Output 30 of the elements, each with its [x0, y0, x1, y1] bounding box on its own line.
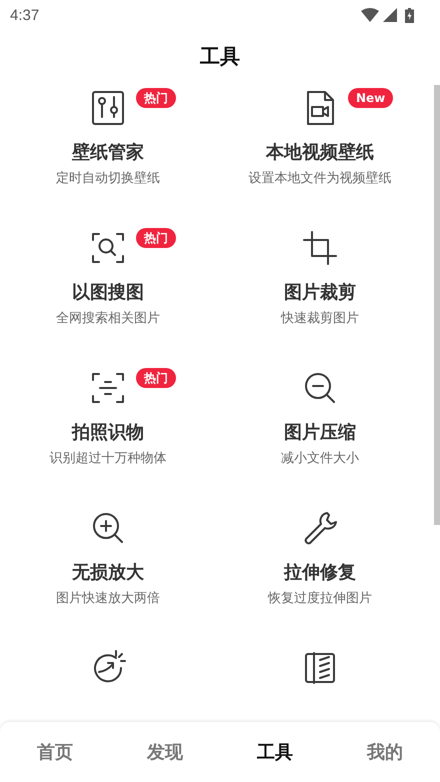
- signal-icon: [383, 8, 397, 22]
- tool-description: 定时自动切换壁纸: [56, 170, 160, 188]
- tool-title[interactable]: 无损放大: [72, 560, 144, 586]
- tool-description: 恢复过度拉伸图片: [268, 590, 372, 608]
- tool-description: 设置本地文件为视频壁纸: [248, 170, 392, 188]
- nav-tab[interactable]: 发现: [110, 722, 220, 782]
- tool-description: 全网搜索相关图片: [56, 310, 160, 328]
- nav-tab[interactable]: 工具: [220, 722, 330, 782]
- status-time: 4:37: [10, 6, 40, 24]
- tool-title[interactable]: 拉伸修复: [284, 560, 356, 586]
- tool-title[interactable]: 拍照识物: [72, 420, 144, 446]
- battery-icon: [405, 8, 414, 22]
- badge: 热门: [136, 88, 176, 108]
- badge: 热门: [136, 368, 176, 388]
- tool-title[interactable]: 本地视频壁纸: [266, 140, 374, 166]
- wifi-icon: [361, 8, 379, 22]
- tool-description: 图片快速放大两倍: [56, 590, 160, 608]
- badge: New: [348, 88, 394, 108]
- tool-description: 减小文件大小: [281, 450, 359, 468]
- tool-title[interactable]: 以图搜图: [72, 280, 144, 306]
- tool-title[interactable]: 图片压缩: [284, 420, 356, 446]
- nav-tab[interactable]: 我的: [330, 722, 440, 782]
- tool-title[interactable]: 壁纸管家: [72, 140, 144, 166]
- crop-icon[interactable]: [300, 228, 340, 268]
- badge: 热门: [136, 228, 176, 248]
- tool-title[interactable]: 图片裁剪: [284, 280, 356, 306]
- page-title: 工具: [200, 42, 240, 70]
- nav-tab[interactable]: 首页: [0, 722, 110, 782]
- tool-description: 快速裁剪图片: [281, 310, 359, 328]
- tool-description: 识别超过十万种物体: [50, 450, 166, 468]
